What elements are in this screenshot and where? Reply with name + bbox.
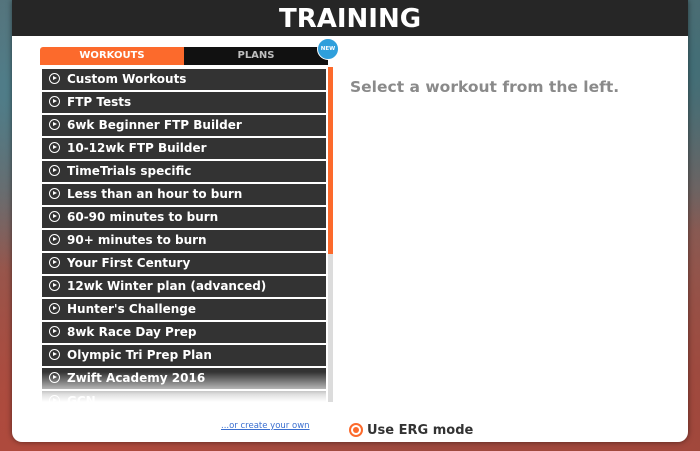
list-item-label: 60-90 minutes to burn bbox=[67, 210, 219, 224]
list-item-label: Olympic Tri Prep Plan bbox=[67, 348, 212, 362]
list-item-zwift-academy-2016[interactable]: Zwift Academy 2016 bbox=[42, 368, 326, 390]
erg-mode-toggle[interactable]: Use ERG mode bbox=[349, 421, 473, 439]
list-item-label: FTP Tests bbox=[67, 95, 132, 109]
list-item-olympic-tri-prep[interactable]: Olympic Tri Prep Plan bbox=[42, 345, 326, 367]
list-item-label: 12wk Winter plan (advanced) bbox=[67, 279, 267, 293]
radio-selected-icon[interactable] bbox=[349, 423, 363, 437]
dialog-title: TRAINING bbox=[278, 4, 422, 34]
play-circle-icon bbox=[49, 73, 60, 84]
create-workout-link[interactable]: ...or create your own bbox=[221, 421, 310, 431]
play-circle-icon bbox=[49, 280, 60, 291]
tab-bar: WORKOUTS PLANS bbox=[40, 47, 328, 65]
list-item-label: TimeTrials specific bbox=[67, 164, 192, 178]
erg-mode-label: Use ERG mode bbox=[367, 422, 474, 438]
list-item-90-plus-minutes[interactable]: 90+ minutes to burn bbox=[42, 230, 326, 252]
list-item-your-first-century[interactable]: Your First Century bbox=[42, 253, 326, 275]
list-item-12wk-winter-plan[interactable]: 12wk Winter plan (advanced) bbox=[42, 276, 326, 298]
workout-list: Custom Workouts FTP Tests 6wk Beginner F… bbox=[40, 67, 334, 402]
list-item-hunters-challenge[interactable]: Hunter's Challenge bbox=[42, 299, 326, 321]
play-circle-icon bbox=[49, 165, 60, 176]
play-circle-icon bbox=[49, 349, 60, 360]
list-item-label: Custom Workouts bbox=[67, 72, 187, 86]
list-item-60-90-minutes[interactable]: 60-90 minutes to burn bbox=[42, 207, 326, 229]
play-circle-icon bbox=[49, 395, 60, 402]
title-bar: TRAINING bbox=[12, 0, 688, 36]
play-circle-icon bbox=[49, 142, 60, 153]
empty-state-message: Select a workout from the left. bbox=[350, 78, 620, 96]
list-item-label: Zwift Academy 2016 bbox=[67, 371, 206, 385]
play-circle-icon bbox=[49, 303, 60, 314]
list-item-8wk-race-day-prep[interactable]: 8wk Race Day Prep bbox=[42, 322, 326, 344]
training-dialog: TRAINING WORKOUTS PLANS NEW Custom Worko… bbox=[12, 0, 688, 442]
list-item-label: 8wk Race Day Prep bbox=[67, 325, 197, 339]
list-item-ftp-tests[interactable]: FTP Tests bbox=[42, 92, 326, 114]
list-item-label: GCN bbox=[67, 394, 96, 402]
play-circle-icon bbox=[49, 119, 60, 130]
list-item-10-12wk-ftp-builder[interactable]: 10-12wk FTP Builder bbox=[42, 138, 326, 160]
list-item-custom-workouts[interactable]: Custom Workouts bbox=[42, 69, 326, 91]
list-item-label: 10-12wk FTP Builder bbox=[67, 141, 207, 155]
list-item-6wk-beginner-ftp-builder[interactable]: 6wk Beginner FTP Builder bbox=[42, 115, 326, 137]
list-item-label: Less than an hour to burn bbox=[67, 187, 243, 201]
list-item-label: 90+ minutes to burn bbox=[67, 233, 207, 247]
scrollbar-thumb[interactable] bbox=[328, 67, 333, 254]
play-circle-icon bbox=[49, 257, 60, 268]
list-item-label: Your First Century bbox=[67, 256, 191, 270]
tab-plans[interactable]: PLANS bbox=[184, 47, 328, 65]
play-circle-icon bbox=[49, 188, 60, 199]
play-circle-icon bbox=[49, 96, 60, 107]
play-circle-icon bbox=[49, 372, 60, 383]
list-item-timetrials-specific[interactable]: TimeTrials specific bbox=[42, 161, 326, 183]
tab-workouts[interactable]: WORKOUTS bbox=[40, 47, 184, 65]
list-item-label: 6wk Beginner FTP Builder bbox=[67, 118, 242, 132]
list-item-label: Hunter's Challenge bbox=[67, 302, 196, 316]
list-item-less-than-an-hour[interactable]: Less than an hour to burn bbox=[42, 184, 326, 206]
play-circle-icon bbox=[49, 234, 60, 245]
list-item-gcn[interactable]: GCN bbox=[42, 391, 326, 402]
play-circle-icon bbox=[49, 211, 60, 222]
new-badge: NEW bbox=[317, 38, 339, 60]
play-circle-icon bbox=[49, 326, 60, 337]
